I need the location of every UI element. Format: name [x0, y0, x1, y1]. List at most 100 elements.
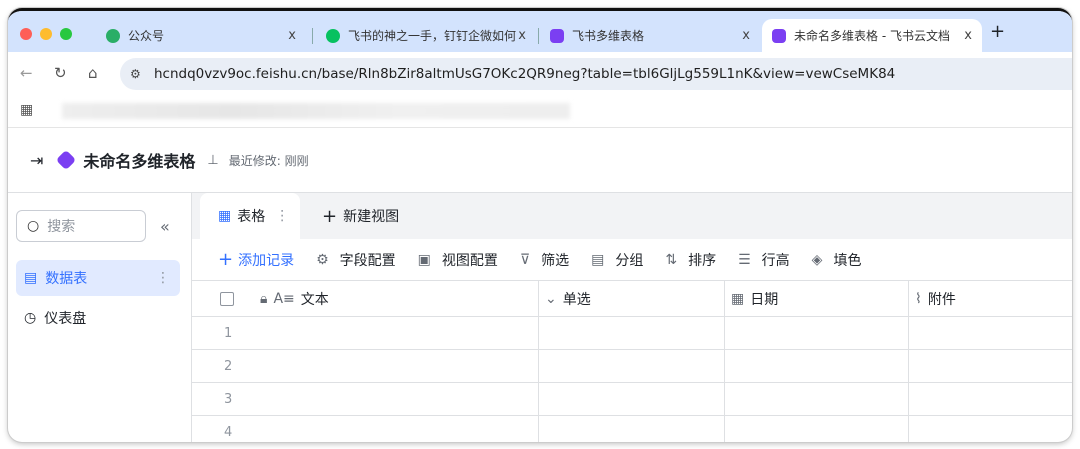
cell[interactable]	[909, 416, 1072, 442]
url-bar[interactable]: ⚙ hcndq0vzv9oc.feishu.cn/base/Rln8bZir8al…	[120, 58, 1072, 90]
column-header-text[interactable]: 🔒︎ A≡ 文本	[192, 281, 539, 316]
more-icon[interactable]: ⋮	[156, 270, 170, 286]
cell[interactable]	[909, 317, 1072, 349]
table-row[interactable]: 4	[192, 416, 1072, 442]
row-height-icon: ☰	[738, 251, 751, 268]
browser-window: 公众号 x 飞书的神之一手，钉钉企微如何 x 飞书多维表格 x 未命名多维表格 - 飞…	[8, 8, 1072, 442]
sidebar-item-datatable[interactable]: ▤ 数据表 ⋮	[16, 260, 180, 296]
search-placeholder: 搜索	[47, 219, 76, 235]
field-config-button[interactable]: ⚙ 字段配置	[316, 250, 396, 270]
collapse-sidebar-button[interactable]: «	[160, 217, 170, 236]
row-number: 2	[224, 358, 233, 374]
row-number: 4	[224, 424, 233, 440]
more-icon[interactable]: ⋮	[275, 208, 289, 224]
grid-icon: ▦	[218, 208, 232, 224]
row-height-button[interactable]: ☰ 行高	[738, 250, 790, 270]
table-row[interactable]: 2	[192, 350, 1072, 383]
wechat-channel-icon	[106, 28, 120, 43]
browser-tab[interactable]: 公众号 x	[96, 19, 306, 52]
toolbar: + 添加记录 ⚙ 字段配置 ▣ 视图配置 ⊽ 筛选 ▤ 分组 ⇅ 排序 ☰ 行高 ◈ 填色	[192, 239, 1072, 281]
browser-tab-active[interactable]: 未命名多维表格 - 飞书云文档 x	[762, 19, 982, 52]
tab-grid-view[interactable]: ▦ 表格 ⋮	[200, 193, 300, 239]
close-window-button[interactable]	[20, 28, 32, 40]
select-all-checkbox[interactable]	[220, 291, 234, 306]
close-tab-icon[interactable]: x	[964, 28, 972, 43]
browser-tab[interactable]: 飞书多维表格 x	[540, 19, 760, 52]
close-tab-icon[interactable]: x	[742, 28, 750, 43]
column-title: 附件	[927, 291, 956, 308]
site-settings-icon[interactable]: ⚙	[130, 67, 141, 81]
base-icon	[772, 28, 786, 43]
reload-icon[interactable]: ↻	[54, 64, 67, 82]
sidebar-item-dashboard[interactable]: ◷ 仪表盘	[16, 300, 180, 336]
label: 添加记录	[238, 252, 295, 269]
sort-button[interactable]: ⇅ 排序	[665, 250, 716, 270]
paperclip-icon: ⌇	[915, 290, 922, 307]
column-title: 日期	[750, 291, 779, 308]
row-number: 1	[224, 325, 233, 341]
label: 行高	[761, 252, 790, 269]
close-tab-icon[interactable]: x	[518, 28, 526, 43]
search-icon: ○	[27, 218, 40, 234]
table-row[interactable]: 1	[192, 317, 1072, 350]
tab-bar: 公众号 x 飞书的神之一手，钉钉企微如何 x 飞书多维表格 x 未命名多维表格 - 飞…	[8, 11, 1072, 52]
view-config-button[interactable]: ▣ 视图配置	[418, 250, 498, 270]
cell[interactable]	[725, 383, 909, 415]
column-header-attachment[interactable]: ⌇ 附件	[909, 281, 1072, 316]
paint-bucket-icon: ◈	[811, 251, 823, 268]
sidebar-item-label: 仪表盘	[44, 311, 87, 327]
last-modified: 最近修改: 刚刚	[228, 153, 309, 168]
filter-button[interactable]: ⊽ 筛选	[520, 250, 569, 270]
header-row: 🔒︎ A≡ 文本 ⌄ 单选 ▦ 日期 ⌇ 附件	[192, 281, 1072, 317]
view-label: 表格	[237, 209, 266, 225]
minimize-window-button[interactable]	[40, 28, 52, 40]
cell[interactable]	[725, 416, 909, 442]
add-record-button[interactable]: + 添加记录	[218, 249, 294, 270]
cell[interactable]	[539, 317, 725, 349]
back-icon[interactable]: ←	[20, 64, 33, 82]
tab-title: 未命名多维表格 - 飞书云文档	[794, 29, 950, 43]
column-header-single-select[interactable]: ⌄ 单选	[539, 281, 725, 316]
view-tabs: ▦ 表格 ⋮ + 新建视图	[192, 193, 1072, 239]
table-icon: ▤	[24, 270, 38, 286]
apps-grid-icon[interactable]: ▦	[20, 102, 33, 118]
document-title[interactable]: 未命名多维表格	[83, 148, 195, 172]
cell[interactable]	[539, 350, 725, 382]
dashboard-icon: ◷	[24, 310, 37, 326]
wechat-icon	[326, 28, 340, 43]
lock-icon: 🔒︎	[260, 290, 268, 307]
search-input[interactable]: ○ 搜索	[16, 210, 146, 242]
column-title: 单选	[562, 291, 591, 308]
sidebar: ○ 搜索 « ▤ 数据表 ⋮ ◷ 仪表盘	[8, 193, 192, 442]
cell[interactable]	[909, 383, 1072, 415]
plus-icon: +	[218, 249, 234, 270]
home-icon[interactable]: ⌂	[88, 64, 98, 82]
address-row: ← ↻ ⌂ ⚙ hcndq0vzv9oc.feishu.cn/base/Rln8b…	[8, 52, 1072, 96]
cell[interactable]	[539, 383, 725, 415]
cell[interactable]	[909, 350, 1072, 382]
column-header-date[interactable]: ▦ 日期	[725, 281, 909, 316]
label: 字段配置	[339, 252, 396, 269]
app-header: ⇥ 未命名多维表格 ⊥ 最近修改: 刚刚	[8, 128, 1072, 193]
bookmarks-bar: ▦	[8, 96, 1072, 128]
tab-title: 飞书的神之一手，钉钉企微如何	[348, 29, 517, 43]
close-tab-icon[interactable]: x	[288, 28, 296, 43]
fill-color-button[interactable]: ◈ 填色	[812, 250, 862, 270]
label: 视图配置	[441, 252, 498, 269]
group-button[interactable]: ▤ 分组	[591, 250, 643, 270]
row-number: 3	[224, 391, 233, 407]
table-row[interactable]: 3	[192, 383, 1072, 416]
toggle-sidebar-icon[interactable]: ⇥	[30, 151, 43, 170]
new-tab-button[interactable]: +	[990, 21, 1005, 42]
label: 填色	[833, 252, 862, 269]
browser-tab[interactable]: 飞书的神之一手，钉钉企微如何 x	[316, 19, 536, 52]
cell[interactable]	[725, 317, 909, 349]
label: 筛选	[541, 252, 570, 269]
maximize-window-button[interactable]	[60, 28, 72, 40]
cell[interactable]	[725, 350, 909, 382]
data-grid: 🔒︎ A≡ 文本 ⌄ 单选 ▦ 日期 ⌇ 附件 1 2 3 4	[192, 281, 1072, 442]
pin-icon[interactable]: ⊥	[207, 153, 218, 168]
new-view-button[interactable]: + 新建视图	[322, 193, 399, 239]
label: 分组	[615, 252, 644, 269]
cell[interactable]	[539, 416, 725, 442]
